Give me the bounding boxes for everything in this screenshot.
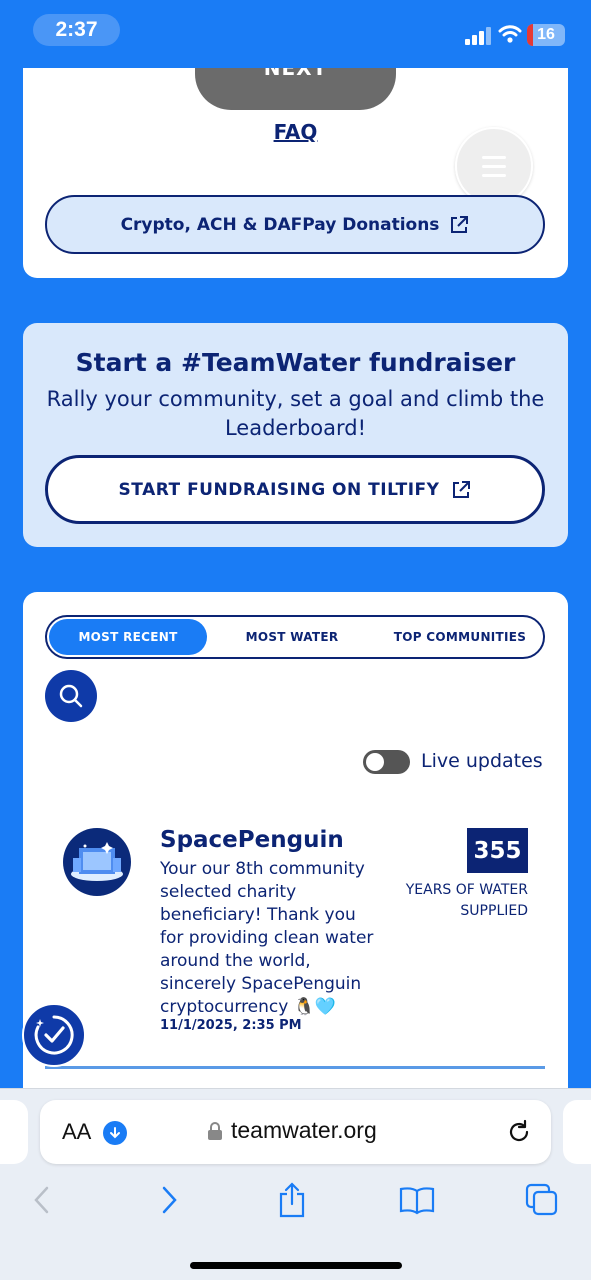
leaderboard-tabs: MOST RECENT MOST WATER TOP COMMUNITIES <box>45 615 545 659</box>
avatar <box>63 828 131 896</box>
bookmarks-button[interactable] <box>399 1182 435 1218</box>
book-icon <box>399 1187 435 1215</box>
previous-tab-preview[interactable] <box>0 1100 28 1164</box>
external-link-icon <box>453 480 471 498</box>
download-icon[interactable] <box>103 1121 127 1145</box>
battery-level: 16 <box>537 26 555 43</box>
hamburger-icon <box>482 155 506 159</box>
menu-button[interactable] <box>455 127 533 205</box>
fundraiser-title: Start a #TeamWater fundraiser <box>75 348 516 377</box>
fundraiser-subtitle: Rally your community, set a goal and cli… <box>46 387 545 440</box>
external-link-icon <box>451 215 469 233</box>
chevron-right-icon <box>162 1186 177 1214</box>
accessibility-button[interactable] <box>22 1003 86 1067</box>
url-text[interactable]: teamwater.org <box>231 1117 377 1144</box>
live-updates-label: Live updates <box>421 750 543 772</box>
tabs-button[interactable] <box>524 1182 560 1218</box>
share-icon <box>279 1182 305 1218</box>
lock-icon <box>208 1122 222 1140</box>
chevron-left-icon <box>34 1186 49 1214</box>
entry-date: 11/1/2025, 2:35 PM <box>160 1018 302 1033</box>
cellular-signal-icon <box>465 27 491 45</box>
entry-divider <box>45 1066 545 1069</box>
accessibility-check-icon <box>34 1015 74 1055</box>
crypto-donations-button[interactable]: Crypto, ACH & DAFPay Donations <box>45 195 545 254</box>
reload-icon[interactable] <box>505 1118 533 1146</box>
tab-most-water[interactable]: MOST WATER <box>212 619 372 655</box>
faq-label: FAQ <box>273 120 318 144</box>
home-indicator <box>190 1262 402 1269</box>
crypto-donations-label: Crypto, ACH & DAFPay Donations <box>120 214 440 235</box>
years-label: YEARS OF WATER SUPPLIED <box>405 882 528 919</box>
back-button[interactable] <box>24 1182 60 1218</box>
tab-top-communities[interactable]: TOP COMMUNITIES <box>377 619 543 655</box>
battery-icon: 16 <box>527 24 565 46</box>
wifi-icon <box>498 25 522 43</box>
live-updates-toggle[interactable] <box>363 750 410 774</box>
years-count-badge: 355 <box>467 828 528 873</box>
entry-message: Your our 8th community selected charity … <box>160 859 374 1017</box>
search-icon <box>59 684 83 708</box>
next-tab-preview[interactable] <box>563 1100 591 1164</box>
forward-button[interactable] <box>151 1182 187 1218</box>
start-fundraising-label: START FUNDRAISING ON TILTIFY <box>118 479 440 500</box>
entry-name: SpacePenguin <box>160 827 344 853</box>
share-button[interactable] <box>274 1182 310 1218</box>
tab-most-recent[interactable]: MOST RECENT <box>49 619 207 655</box>
tabs-icon <box>525 1183 558 1216</box>
reader-settings-button[interactable]: AA <box>62 1119 91 1145</box>
start-fundraising-button[interactable]: START FUNDRAISING ON TILTIFY <box>45 455 545 524</box>
search-button[interactable] <box>45 670 97 722</box>
status-time: 2:37 <box>33 14 120 46</box>
